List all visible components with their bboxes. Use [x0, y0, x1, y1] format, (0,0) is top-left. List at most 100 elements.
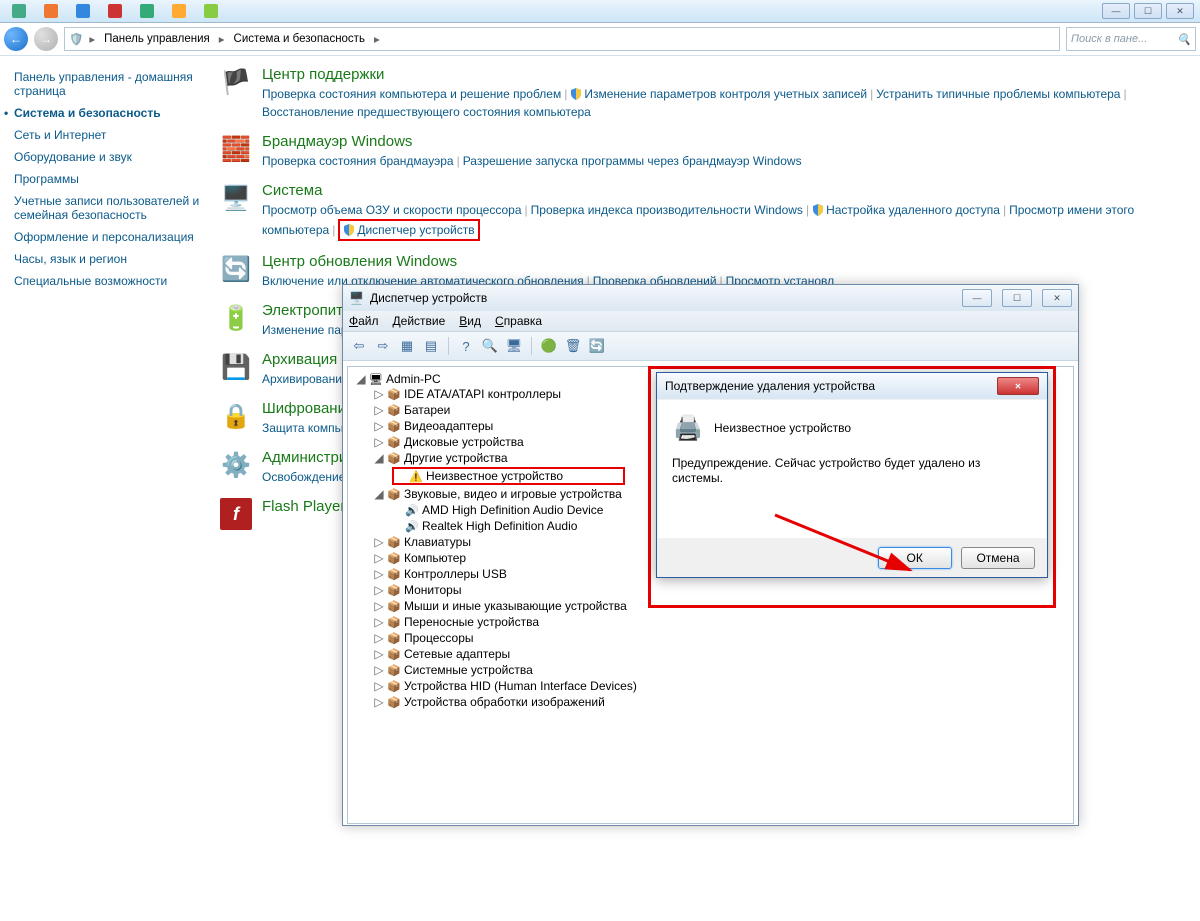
category-icon: 🏴	[220, 66, 252, 98]
sidebar-item[interactable]: Оборудование и звук	[14, 146, 204, 168]
category-icon: 🖥️	[220, 182, 252, 214]
devmgr-toolbar: ⇦ ⇨ ▦ ▤ ? 🔍 🖥 🟢 🗑 🔄	[343, 332, 1078, 361]
tool-enable-icon[interactable]: 🟢	[539, 336, 559, 356]
category-icon: 🔒	[220, 400, 252, 432]
menu-item[interactable]: Справка	[495, 314, 542, 328]
category-links: Проверка состояния компьютера и решение …	[262, 85, 1180, 121]
tool-properties-icon[interactable]: ▤	[421, 336, 441, 356]
sidebar-item[interactable]: Часы, язык и регион	[14, 248, 204, 270]
category-title[interactable]: Центр поддержки	[262, 66, 1180, 83]
category-row: 🖥️ Система Просмотр объема ОЗУ и скорости …	[220, 182, 1180, 241]
devmgr-minimize[interactable]: —	[962, 289, 992, 307]
search-input[interactable]: Поиск в пане... 🔍	[1066, 27, 1196, 51]
sidebar-item[interactable]: Система и безопасность	[14, 102, 204, 124]
category-title[interactable]: Центр обновления Windows	[262, 253, 1180, 270]
control-panel-icon: 🛡️	[69, 32, 83, 46]
minimize-button[interactable]: —	[1102, 3, 1130, 19]
devmgr-title: Диспетчер устройств	[370, 291, 487, 305]
tree-node[interactable]: ▷📦Мыши и иные указывающие устройства	[374, 598, 1067, 614]
sidebar-item[interactable]: Сеть и Интернет	[14, 124, 204, 146]
tab[interactable]	[100, 2, 130, 20]
category-link[interactable]: Настройка удаленного доступа	[812, 203, 1000, 217]
sidebar-item[interactable]: Учетные записи пользователей и семейная …	[14, 190, 204, 226]
breadcrumb-section[interactable]: Система и безопасность	[231, 31, 368, 47]
search-placeholder: Поиск в пане...	[1071, 33, 1147, 45]
tool-help-icon[interactable]: ?	[456, 336, 476, 356]
category-link[interactable]: Проверка состояния компьютера и решение …	[262, 87, 561, 101]
close-button[interactable]: ✕	[1166, 3, 1194, 19]
tool-update-icon[interactable]: 🖥	[504, 336, 524, 356]
tree-node[interactable]: ▷📦Переносные устройства	[374, 614, 1067, 630]
tree-node[interactable]: ▷📦Системные устройства	[374, 662, 1067, 678]
back-button[interactable]: ←	[4, 27, 28, 51]
category-icon: 🧱	[220, 133, 252, 165]
devmgr-menubar: Файл Действие Вид Справка	[343, 311, 1078, 332]
tool-show-icon[interactable]: ▦	[397, 336, 417, 356]
category-link[interactable]: Разрешение запуска программы через бранд…	[463, 154, 802, 168]
tool-back-icon[interactable]: ⇦	[349, 336, 369, 356]
separator	[448, 337, 449, 355]
maximize-button[interactable]: ☐	[1134, 3, 1162, 19]
category-link[interactable]: Изменение параметров контроля учетных за…	[570, 87, 867, 101]
dialog-title-text: Подтверждение удаления устройства	[665, 379, 875, 393]
category-link[interactable]: Устранить типичные проблемы компьютера	[876, 87, 1120, 101]
tab[interactable]	[132, 2, 162, 20]
tool-refresh-icon[interactable]: 🔄	[587, 336, 607, 356]
sidebar-home-link[interactable]: Панель управления - домашняя страница	[14, 70, 204, 98]
category-link[interactable]: Проверка индекса производительности Wind…	[531, 203, 803, 217]
breadcrumb-root[interactable]: Панель управления	[101, 31, 213, 47]
category-icon: 💾	[220, 351, 252, 383]
explorer-navrow: ← → 🛡️ ▸ Панель управления ▸ Система и б…	[0, 23, 1200, 56]
category-link[interactable]: Просмотр объема ОЗУ и скорости процессор…	[262, 203, 522, 217]
search-icon: 🔍	[1177, 33, 1191, 46]
tab[interactable]	[68, 2, 98, 20]
dialog-close-button[interactable]: ✕	[997, 377, 1039, 395]
devmgr-icon: 🖥️	[349, 291, 364, 305]
tab[interactable]	[196, 2, 226, 20]
category-title[interactable]: Брандмауэр Windows	[262, 133, 1180, 150]
tab[interactable]	[4, 2, 34, 20]
menu-item[interactable]: Файл	[349, 314, 379, 328]
devmgr-titlebar[interactable]: 🖥️ Диспетчер устройств — ☐ ✕	[343, 285, 1078, 311]
category-link[interactable]: Восстановление предшествующего состояния…	[262, 105, 591, 119]
confirm-delete-dialog: Подтверждение удаления устройства ✕ 🖨️ Н…	[656, 372, 1048, 578]
category-link[interactable]: Диспетчер устройств	[338, 223, 479, 237]
devmgr-close[interactable]: ✕	[1042, 289, 1072, 307]
tree-node[interactable]: ▷📦Сетевые адаптеры	[374, 646, 1067, 662]
menu-item[interactable]: Вид	[459, 314, 481, 328]
tree-node[interactable]: ▷📦Устройства обработки изображений	[374, 694, 1067, 710]
separator	[531, 337, 532, 355]
sidebar: Панель управления - домашняя страница Си…	[0, 56, 214, 921]
ok-button[interactable]: ОК	[878, 547, 952, 569]
dialog-device-name: Неизвестное устройство	[714, 421, 851, 435]
devmgr-maximize[interactable]: ☐	[1002, 289, 1032, 307]
tree-node[interactable]: ▷📦Устройства HID (Human Interface Device…	[374, 678, 1067, 694]
cancel-button[interactable]: Отмена	[961, 547, 1035, 569]
category-icon: 🔄	[220, 253, 252, 285]
dialog-warning-text: Предупреждение. Сейчас устройство будет …	[672, 456, 1032, 486]
category-links: Проверка состояния брандмауэра|Разрешени…	[262, 152, 1180, 170]
category-icon: 🔋	[220, 302, 252, 334]
menu-item[interactable]: Действие	[393, 314, 446, 328]
sidebar-item[interactable]: Специальные возможности	[14, 270, 204, 292]
forward-button[interactable]: →	[34, 27, 58, 51]
category-link[interactable]: Проверка состояния брандмауэра	[262, 154, 454, 168]
sidebar-item[interactable]: Оформление и персонализация	[14, 226, 204, 248]
sidebar-item[interactable]: Программы	[14, 168, 204, 190]
category-links: Просмотр объема ОЗУ и скорости процессор…	[262, 201, 1180, 241]
tool-scan-icon[interactable]: 🔍	[480, 336, 500, 356]
device-icon: 🖨️	[672, 412, 704, 444]
tab[interactable]	[36, 2, 66, 20]
category-row: 🏴 Центр поддержки Проверка состояния компь…	[220, 66, 1180, 121]
category-title[interactable]: Система	[262, 182, 1180, 199]
tree-node[interactable]: ▷📦Процессоры	[374, 630, 1067, 646]
tab[interactable]	[164, 2, 194, 20]
category-icon: ⚙️	[220, 449, 252, 481]
tree-node[interactable]: ▷📦Мониторы	[374, 582, 1067, 598]
category-icon: f	[220, 498, 252, 530]
browser-tabstrip: — ☐ ✕	[0, 0, 1200, 23]
tool-uninstall-icon[interactable]: 🗑	[563, 336, 583, 356]
dialog-titlebar[interactable]: Подтверждение удаления устройства ✕	[657, 373, 1047, 399]
tool-forward-icon[interactable]: ⇨	[373, 336, 393, 356]
address-bar[interactable]: 🛡️ ▸ Панель управления ▸ Система и безоп…	[64, 27, 1060, 51]
